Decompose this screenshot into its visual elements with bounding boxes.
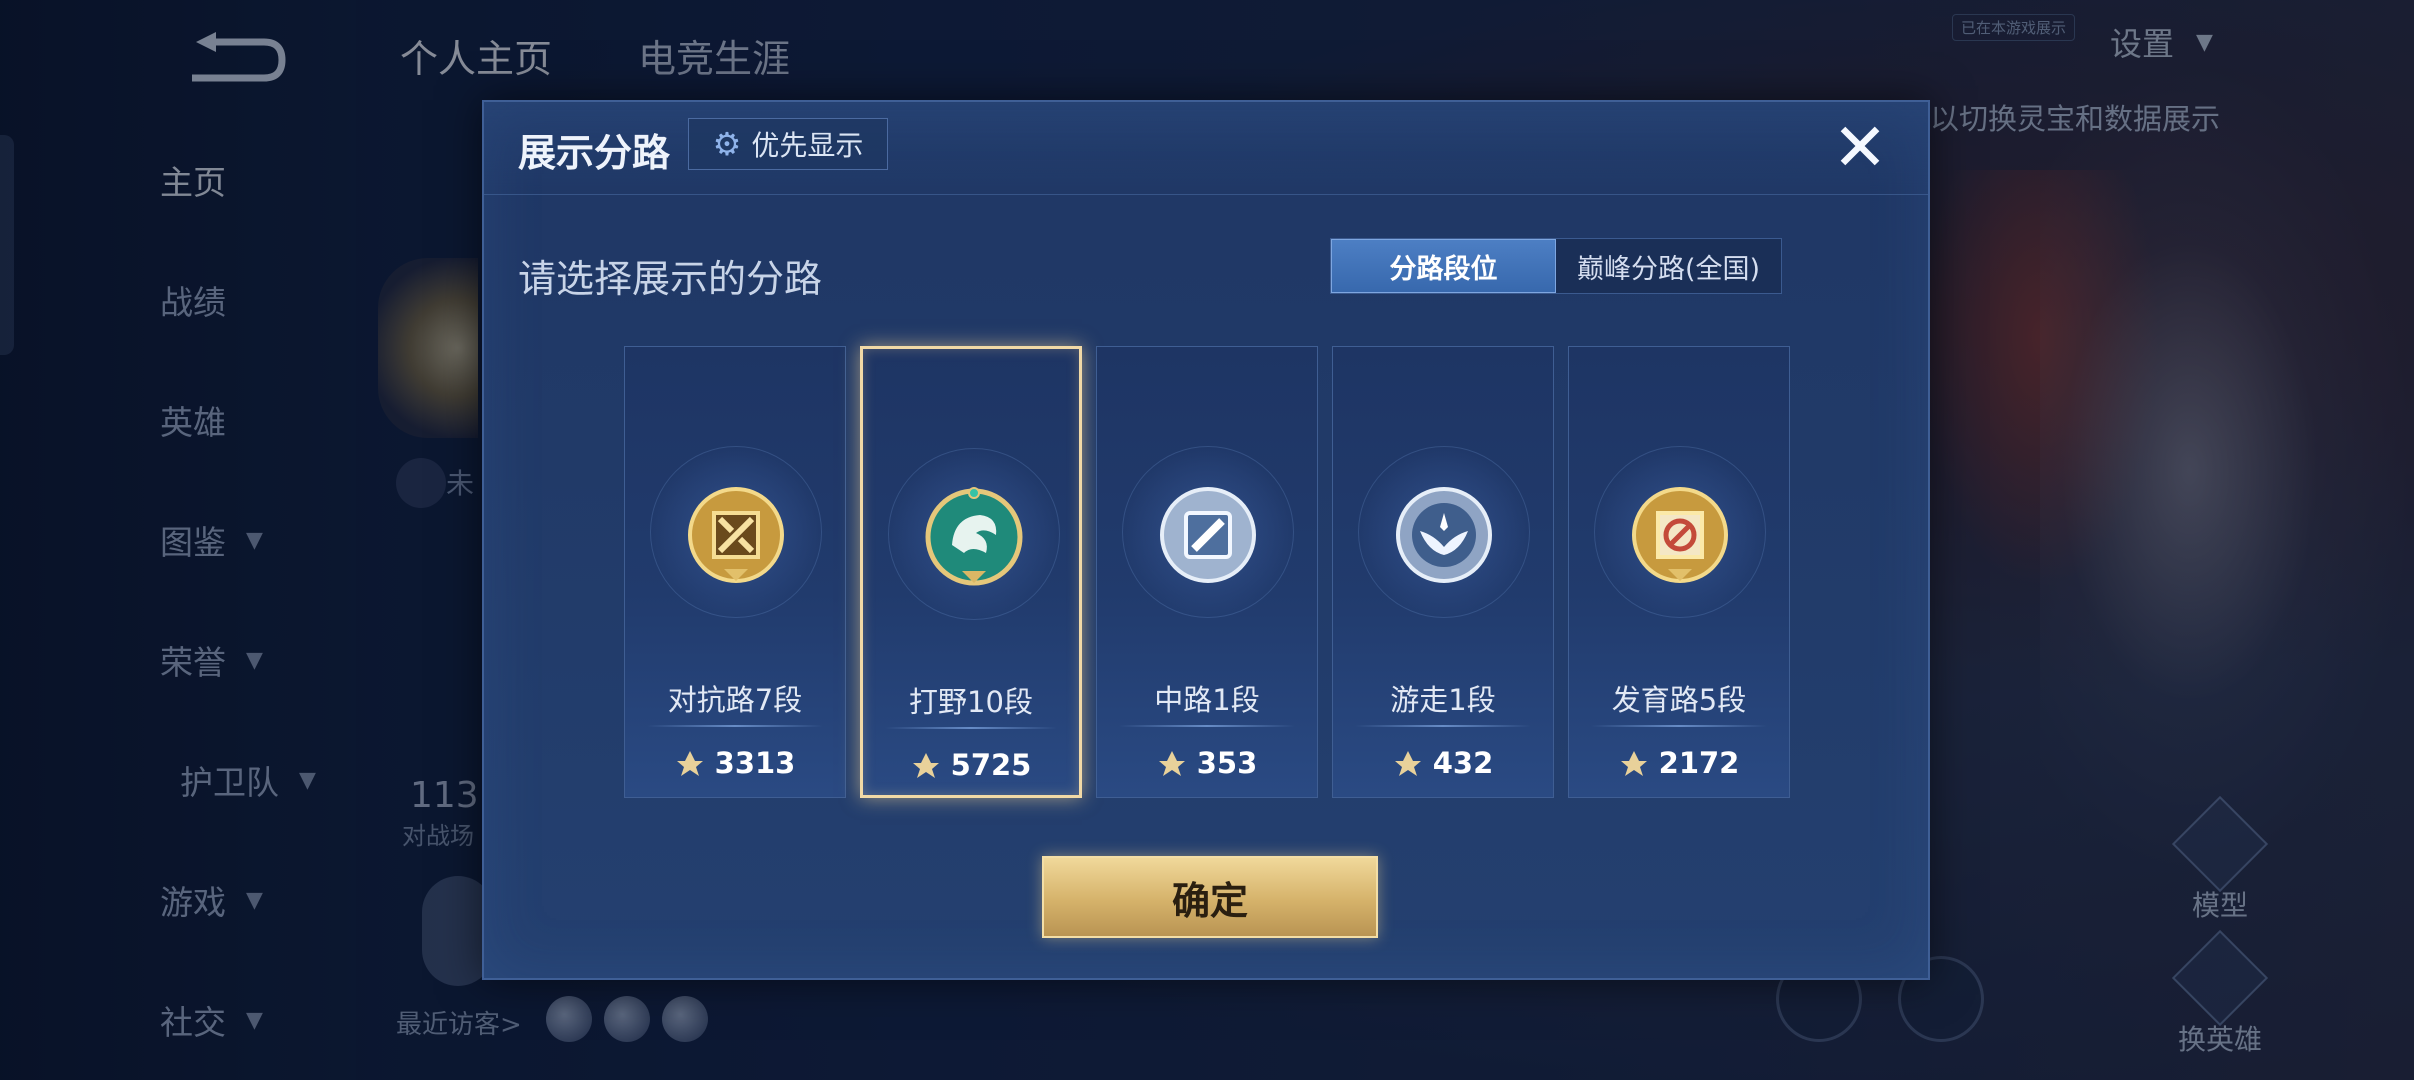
score-value: 5725 xyxy=(950,748,1032,782)
toggle-peak-lane[interactable]: 巅峰分路(全国) xyxy=(1556,239,1781,293)
jungle-dragon-emblem-icon xyxy=(924,487,1024,587)
lane-card-roam[interactable]: 游走1段 432 xyxy=(1332,346,1554,798)
score-value: 3313 xyxy=(714,746,796,780)
lane-card-jungle[interactable]: 打野10段 5725 xyxy=(860,346,1082,798)
lane-name: 发育路5段 xyxy=(1611,683,1747,717)
card-divider xyxy=(647,725,823,727)
lane-score: 353 xyxy=(1097,741,1317,785)
lane-score: 5725 xyxy=(863,743,1079,787)
score-value: 353 xyxy=(1196,746,1258,780)
lane-name: 中路1段 xyxy=(1154,683,1260,717)
score-icon xyxy=(1393,748,1423,778)
lane-card-farm[interactable]: 发育路5段 2172 xyxy=(1568,346,1790,798)
priority-display-button[interactable]: ⚙ 优先显示 xyxy=(688,118,888,170)
priority-display-label: 优先显示 xyxy=(751,129,864,162)
score-value: 432 xyxy=(1432,746,1494,780)
close-icon: ✕ xyxy=(1832,109,1888,186)
roam-wings-emblem-icon xyxy=(1394,485,1494,585)
lane-card-list: 对抗路7段 3313 打野10段 5725 中路1段 353 游走1段 432 … xyxy=(624,346,1790,800)
lane-score: 2172 xyxy=(1569,741,1789,785)
card-divider xyxy=(1119,725,1295,727)
confirm-button[interactable]: 确定 xyxy=(1042,856,1378,938)
score-icon xyxy=(911,750,941,780)
mid-lane-emblem-icon xyxy=(1158,485,1258,585)
dialog-title: 展示分路 xyxy=(518,131,671,175)
score-value: 2172 xyxy=(1658,746,1740,780)
lane-name: 打野10段 xyxy=(909,685,1033,719)
lane-card-clash[interactable]: 对抗路7段 3313 xyxy=(624,346,846,798)
lane-score: 3313 xyxy=(625,741,845,785)
farm-lane-emblem-icon xyxy=(1630,485,1730,585)
lane-name: 对抗路7段 xyxy=(667,683,803,717)
card-divider xyxy=(885,727,1057,729)
lane-display-dialog: 展示分路 ⚙ 优先显示 ✕ 请选择展示的分路 分路段位 巅峰分路(全国) 对抗路… xyxy=(482,100,1930,980)
score-icon xyxy=(1157,748,1187,778)
clash-lane-emblem-icon xyxy=(686,485,786,585)
close-button[interactable]: ✕ xyxy=(1828,109,1892,186)
lane-name: 游走1段 xyxy=(1390,683,1496,717)
toggle-lane-rank[interactable]: 分路段位 xyxy=(1331,239,1556,293)
gear-icon: ⚙ xyxy=(712,125,742,163)
lane-card-mid[interactable]: 中路1段 353 xyxy=(1096,346,1318,798)
card-divider xyxy=(1355,725,1531,727)
card-divider xyxy=(1591,725,1767,727)
score-icon xyxy=(675,748,705,778)
view-toggle: 分路段位 巅峰分路(全国) xyxy=(1330,238,1782,294)
dialog-subtitle: 请选择展示的分路 xyxy=(518,257,823,301)
lane-score: 432 xyxy=(1333,741,1553,785)
score-icon xyxy=(1619,748,1649,778)
